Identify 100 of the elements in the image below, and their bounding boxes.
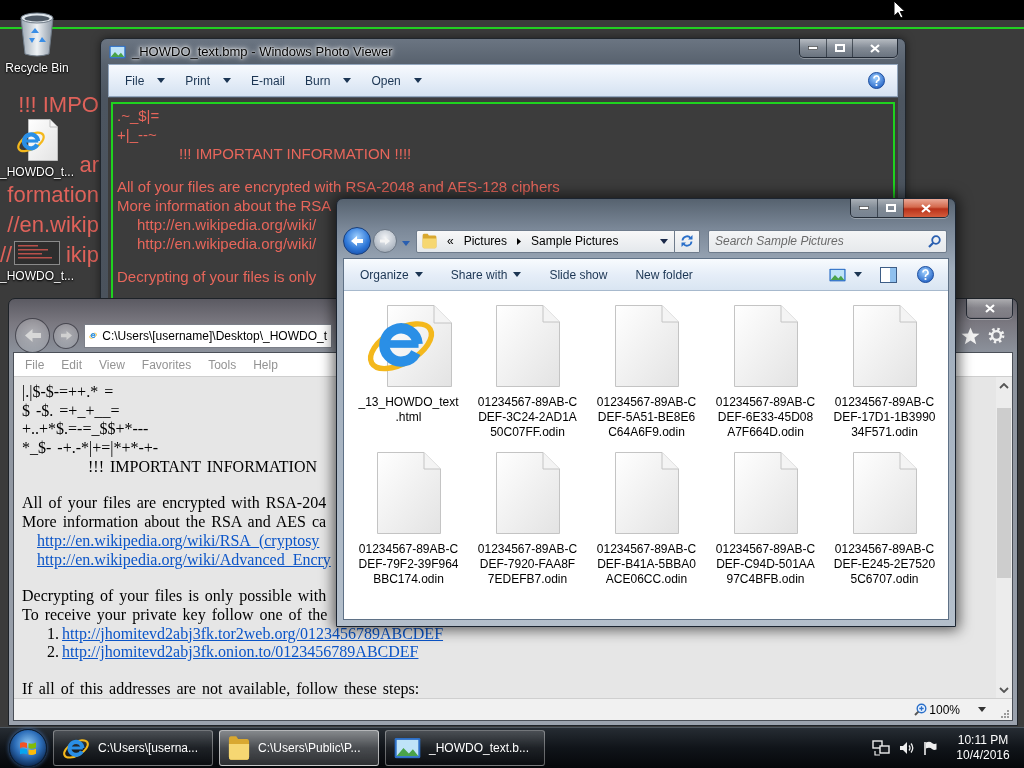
page-text: More information about the RSA and AES ca: [22, 513, 327, 531]
wallpaper-text: ikip: [66, 244, 99, 266]
icon-label[interactable]: _HOWDO_t...: [0, 165, 74, 179]
file-name[interactable]: 01234567-89AB-C DEF-79F2-39F964 BBC174.odin: [358, 542, 459, 587]
toolbar-button[interactable]: Share with: [444, 264, 528, 285]
picture-icon: [109, 45, 126, 59]
breadcrumb-item[interactable]: Sample Pictures: [529, 234, 621, 248]
link[interactable]: http://en.wikipedia.org/wiki/RSA_(cryptosy: [37, 531, 320, 549]
network-icon[interactable]: [872, 740, 890, 756]
address-field[interactable]: C:\Users\[username]\Desktop\_HOWDO_t: [84, 323, 332, 348]
maximize-button[interactable]: [877, 199, 903, 217]
file-name[interactable]: 01234567-89AB-C DEF-3C24-2AD1A 50C07FF.odin: [477, 395, 578, 440]
breadcrumb-overflow[interactable]: «: [447, 234, 454, 248]
file-name[interactable]: 01234567-89AB-C DEF-6E33-45D08 A7F664D.odin: [715, 395, 816, 440]
minimize-button[interactable]: [800, 39, 826, 57]
help-icon[interactable]: [868, 72, 885, 89]
taskbar-button[interactable]: C:\Users\[userna...: [53, 730, 213, 766]
start-button[interactable]: [9, 729, 47, 767]
page-text: |.|$-$-=++.* =: [22, 383, 114, 400]
taskbar-button[interactable]: _HOWDO_text.b...: [385, 730, 545, 766]
back-button[interactable]: [343, 227, 371, 255]
link[interactable]: http://jhomitevd2abj3fk.onion.to/0123456789ABCDEF: [62, 643, 419, 661]
back-button[interactable]: [15, 318, 50, 353]
chevron-right-icon[interactable]: [517, 237, 522, 245]
arrow-right-icon: [379, 236, 391, 246]
wallpaper-text: //en.wikip: [7, 214, 99, 236]
caret-icon[interactable]: [854, 272, 862, 277]
taskbar-button[interactable]: C:\Users\Public\P...: [219, 730, 379, 766]
maximize-icon: [885, 204, 896, 212]
link[interactable]: http://jhomitevd2abj3fk.tor2web.org/0123456789ABCDEF: [62, 624, 444, 642]
scrollbar[interactable]: [996, 377, 1012, 698]
gear-icon[interactable]: [988, 327, 1005, 344]
scrollbar-thumb[interactable]: [997, 408, 1011, 578]
close-button[interactable]: [852, 39, 897, 57]
arrow-left-icon: [350, 235, 364, 247]
windows-logo-icon: [19, 739, 37, 757]
file-name[interactable]: 01234567-89AB-C DEF-C94D-501AA 97C4BFB.odin: [715, 542, 816, 587]
url-text: C:\Users\[username]\Desktop\_HOWDO_t: [102, 328, 327, 343]
minimize-icon: [808, 46, 818, 50]
link[interactable]: http://en.wikipedia.org/wiki/Advanced_Encry: [37, 550, 331, 568]
refresh-button[interactable]: [675, 229, 700, 253]
close-button[interactable]: [903, 199, 948, 217]
file-name[interactable]: 01234567-89AB-C DEF-17D1-1B3990 34F571.odin: [833, 395, 936, 440]
menu-button[interactable]: File: [119, 70, 172, 91]
breadcrumb-item[interactable]: Pictures: [461, 234, 510, 248]
file-name[interactable]: 01234567-89AB-C DEF-E245-2E7520 5C6707.odin: [833, 542, 936, 587]
flag-icon[interactable]: [923, 740, 937, 756]
address-field[interactable]: « Pictures Sample Pictures: [416, 229, 675, 253]
arrow-left-icon: [23, 328, 42, 343]
menu-button[interactable]: Burn: [299, 70, 358, 91]
page-text: To receive your private key follow one of the: [22, 605, 328, 623]
image-text: +|_--~: [117, 126, 157, 143]
folder-icon: [422, 233, 437, 249]
clock-time[interactable]: 10:11 PM: [957, 733, 1009, 748]
forward-button[interactable]: [53, 322, 79, 349]
change-view-icon[interactable]: [829, 267, 846, 282]
page-text: All of your files are encrypted with RSA-204: [22, 494, 327, 512]
search-field[interactable]: Search Sample Pictures: [708, 229, 947, 253]
menu-button[interactable]: Open: [365, 70, 428, 91]
recycle-bin-icon[interactable]: [19, 11, 55, 57]
file-name[interactable]: 01234567-89AB-C DEF-B41A-5BBA0 ACE06CC.odin: [596, 542, 697, 587]
toolbar-button[interactable]: Organize: [354, 264, 429, 285]
search-icon[interactable]: [928, 234, 941, 248]
resize-grip-icon[interactable]: [1000, 709, 1009, 718]
forward-button[interactable]: [373, 229, 397, 253]
maximize-button[interactable]: [826, 39, 852, 57]
minimize-button[interactable]: [851, 199, 877, 217]
refresh-icon: [680, 234, 694, 248]
list-number: 2.: [47, 643, 59, 662]
file-name[interactable]: _13_HOWDO_text .html: [358, 395, 459, 425]
chevron-up-icon: [999, 382, 1009, 389]
icon-label[interactable]: _HOWDO_t...: [0, 269, 74, 283]
close-button[interactable]: [967, 299, 1012, 317]
image-thumbnail-icon[interactable]: [14, 241, 60, 265]
menu-button[interactable]: E-mail: [245, 70, 292, 91]
icon-label[interactable]: Recycle Bin: [5, 61, 69, 75]
star-icon[interactable]: [961, 326, 980, 345]
file-name[interactable]: 01234567-89AB-C DEF-5A51-BE8E6 C64A6F9.odin: [596, 395, 697, 440]
image-text: All of your files are encrypted with RSA-2048 and AES-128 ciphers: [117, 178, 560, 195]
clock-date[interactable]: 10/4/2016: [956, 748, 1010, 763]
wallpaper-text: formation: [7, 184, 99, 206]
cursor-icon: [893, 0, 906, 19]
zoom-button[interactable]: 100%: [914, 702, 960, 717]
file-name[interactable]: 01234567-89AB-C DEF-7920-FAA8F 7EDEFB7.odin: [477, 542, 578, 587]
caret-icon[interactable]: [660, 238, 668, 244]
preview-pane-icon[interactable]: [880, 266, 897, 283]
toolbar-button[interactable]: New folder: [629, 264, 699, 285]
volume-icon[interactable]: [899, 741, 914, 755]
close-icon: [984, 303, 995, 313]
arrow-right-icon: [59, 330, 73, 341]
image-text: !!! IMPORTANT INFORMATION !!!!: [179, 145, 412, 162]
page-text: *_$- -+.-*|+=|*+*-+-: [22, 439, 159, 457]
page-heading: !!! IMPORTANT INFORMATION: [88, 457, 317, 475]
page-text: +..+*$.=-=_$$+*---: [22, 420, 149, 438]
caret-icon[interactable]: [978, 707, 986, 712]
help-icon[interactable]: [917, 266, 934, 283]
wallpaper-text: //: [0, 244, 13, 266]
toolbar-button[interactable]: Slide show: [543, 264, 614, 285]
menu-button[interactable]: Print: [179, 70, 238, 91]
close-icon: [921, 203, 931, 213]
